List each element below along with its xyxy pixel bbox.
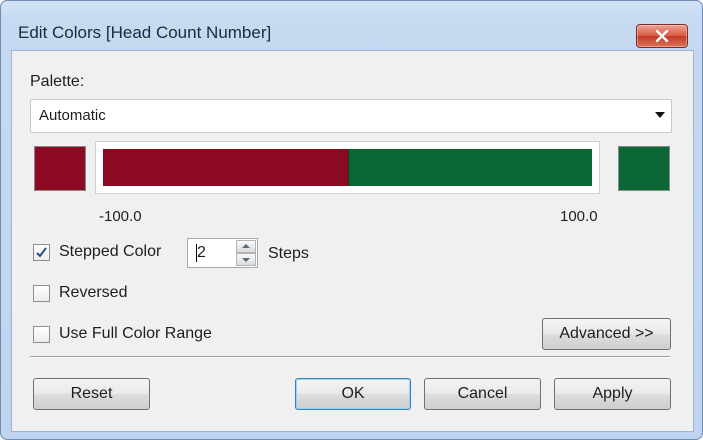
gradient-step-negative bbox=[103, 149, 348, 186]
full-color-range-label: Use Full Color Range bbox=[59, 325, 212, 342]
steps-stepper[interactable]: 2 bbox=[187, 238, 258, 268]
divider bbox=[30, 356, 670, 358]
gradient-midpoint bbox=[348, 149, 349, 186]
dialog-body: Palette: Automatic -100.0 100.0 Stepped … bbox=[11, 50, 694, 432]
reset-button[interactable]: Reset bbox=[33, 378, 150, 410]
stepped-color-checkbox[interactable] bbox=[33, 244, 50, 261]
chevron-down-icon bbox=[655, 112, 665, 118]
palette-selected-value: Automatic bbox=[39, 107, 106, 124]
full-color-range-checkbox[interactable] bbox=[33, 326, 50, 343]
palette-label: Palette: bbox=[30, 73, 85, 90]
steps-value: 2 bbox=[197, 244, 206, 261]
ok-button[interactable]: OK bbox=[295, 378, 411, 410]
close-icon bbox=[655, 30, 669, 42]
start-color-swatch[interactable] bbox=[34, 146, 86, 191]
advanced-button[interactable]: Advanced >> bbox=[542, 318, 671, 350]
gradient-step-positive bbox=[348, 149, 592, 186]
stepper-down-button[interactable] bbox=[236, 253, 256, 266]
gradient-max-label: 100.0 bbox=[560, 208, 598, 225]
close-button[interactable] bbox=[636, 24, 688, 48]
edit-colors-dialog: Edit Colors [Head Count Number] Palette:… bbox=[0, 0, 703, 440]
reversed-label: Reversed bbox=[59, 284, 128, 301]
steps-label: Steps bbox=[268, 245, 309, 262]
reversed-checkbox[interactable] bbox=[33, 285, 50, 302]
color-gradient-preview bbox=[95, 141, 600, 194]
dialog-title: Edit Colors [Head Count Number] bbox=[18, 23, 272, 42]
title-bar[interactable]: Edit Colors [Head Count Number] bbox=[1, 1, 702, 48]
stepped-color-label: Stepped Color bbox=[59, 243, 162, 260]
end-color-swatch[interactable] bbox=[618, 146, 670, 191]
palette-dropdown[interactable]: Automatic bbox=[30, 99, 672, 133]
stepper-up-button[interactable] bbox=[236, 240, 256, 253]
checkmark-icon bbox=[36, 247, 47, 258]
gradient-min-label: -100.0 bbox=[99, 208, 142, 225]
apply-button[interactable]: Apply bbox=[554, 378, 671, 410]
cancel-button[interactable]: Cancel bbox=[424, 378, 541, 410]
